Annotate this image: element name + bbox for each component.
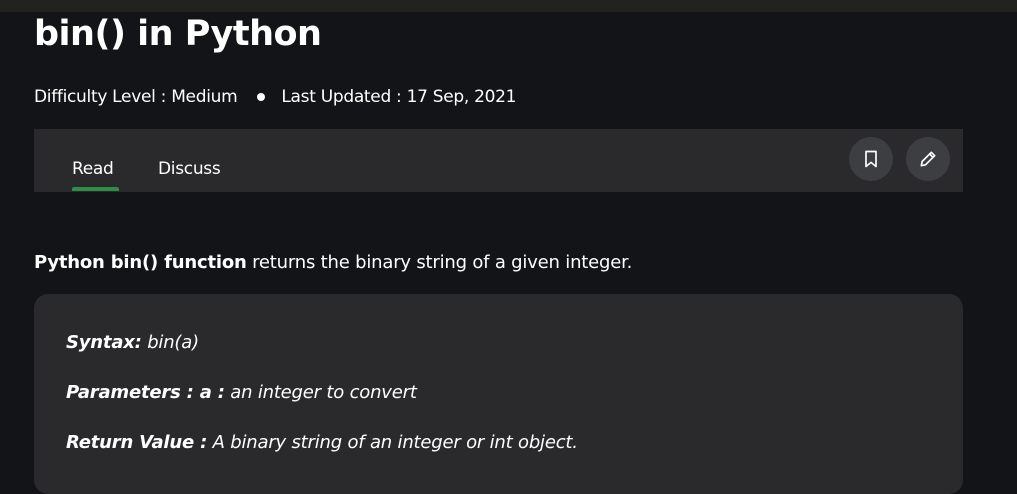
last-updated: Last Updated : 17 Sep, 2021 xyxy=(281,87,517,107)
tab-read[interactable]: Read xyxy=(72,157,114,181)
article-page: bin() in Python Difficulty Level : Mediu… xyxy=(0,0,1017,494)
article-tab-bar: Read Discuss xyxy=(34,129,963,192)
syntax-line: Syntax: bin(a) xyxy=(66,330,199,356)
article-meta: Difficulty Level : Medium Last Updated :… xyxy=(34,86,516,108)
edit-button[interactable] xyxy=(906,137,950,181)
intro-bold-term: Python bin() function xyxy=(34,252,247,273)
intro-paragraph: Python bin() function returns the binary… xyxy=(34,250,632,276)
intro-text: returns the binary string of a given int… xyxy=(246,252,633,273)
difficulty-level: Difficulty Level : Medium xyxy=(34,87,238,107)
return-value-text: A binary string of an integer or int obj… xyxy=(207,432,578,453)
parameters-value: an integer to convert xyxy=(224,382,417,403)
active-tab-indicator xyxy=(72,187,119,191)
meta-separator-dot xyxy=(257,93,266,101)
pencil-icon xyxy=(920,151,936,167)
bookmark-icon xyxy=(865,150,877,168)
parameters-label: Parameters : a : xyxy=(66,382,225,403)
parameters-line: Parameters : a : an integer to convert xyxy=(66,380,417,406)
bookmark-button[interactable] xyxy=(849,137,893,181)
return-value-label: Return Value : xyxy=(66,432,208,453)
syntax-label: Syntax: xyxy=(66,332,142,353)
page-title: bin() in Python xyxy=(34,14,322,54)
syntax-value: bin(a) xyxy=(141,332,199,353)
return-value-line: Return Value : A binary string of an int… xyxy=(66,430,578,456)
syntax-box: Syntax: bin(a) Parameters : a : an integ… xyxy=(34,294,963,494)
tab-discuss[interactable]: Discuss xyxy=(158,157,221,181)
